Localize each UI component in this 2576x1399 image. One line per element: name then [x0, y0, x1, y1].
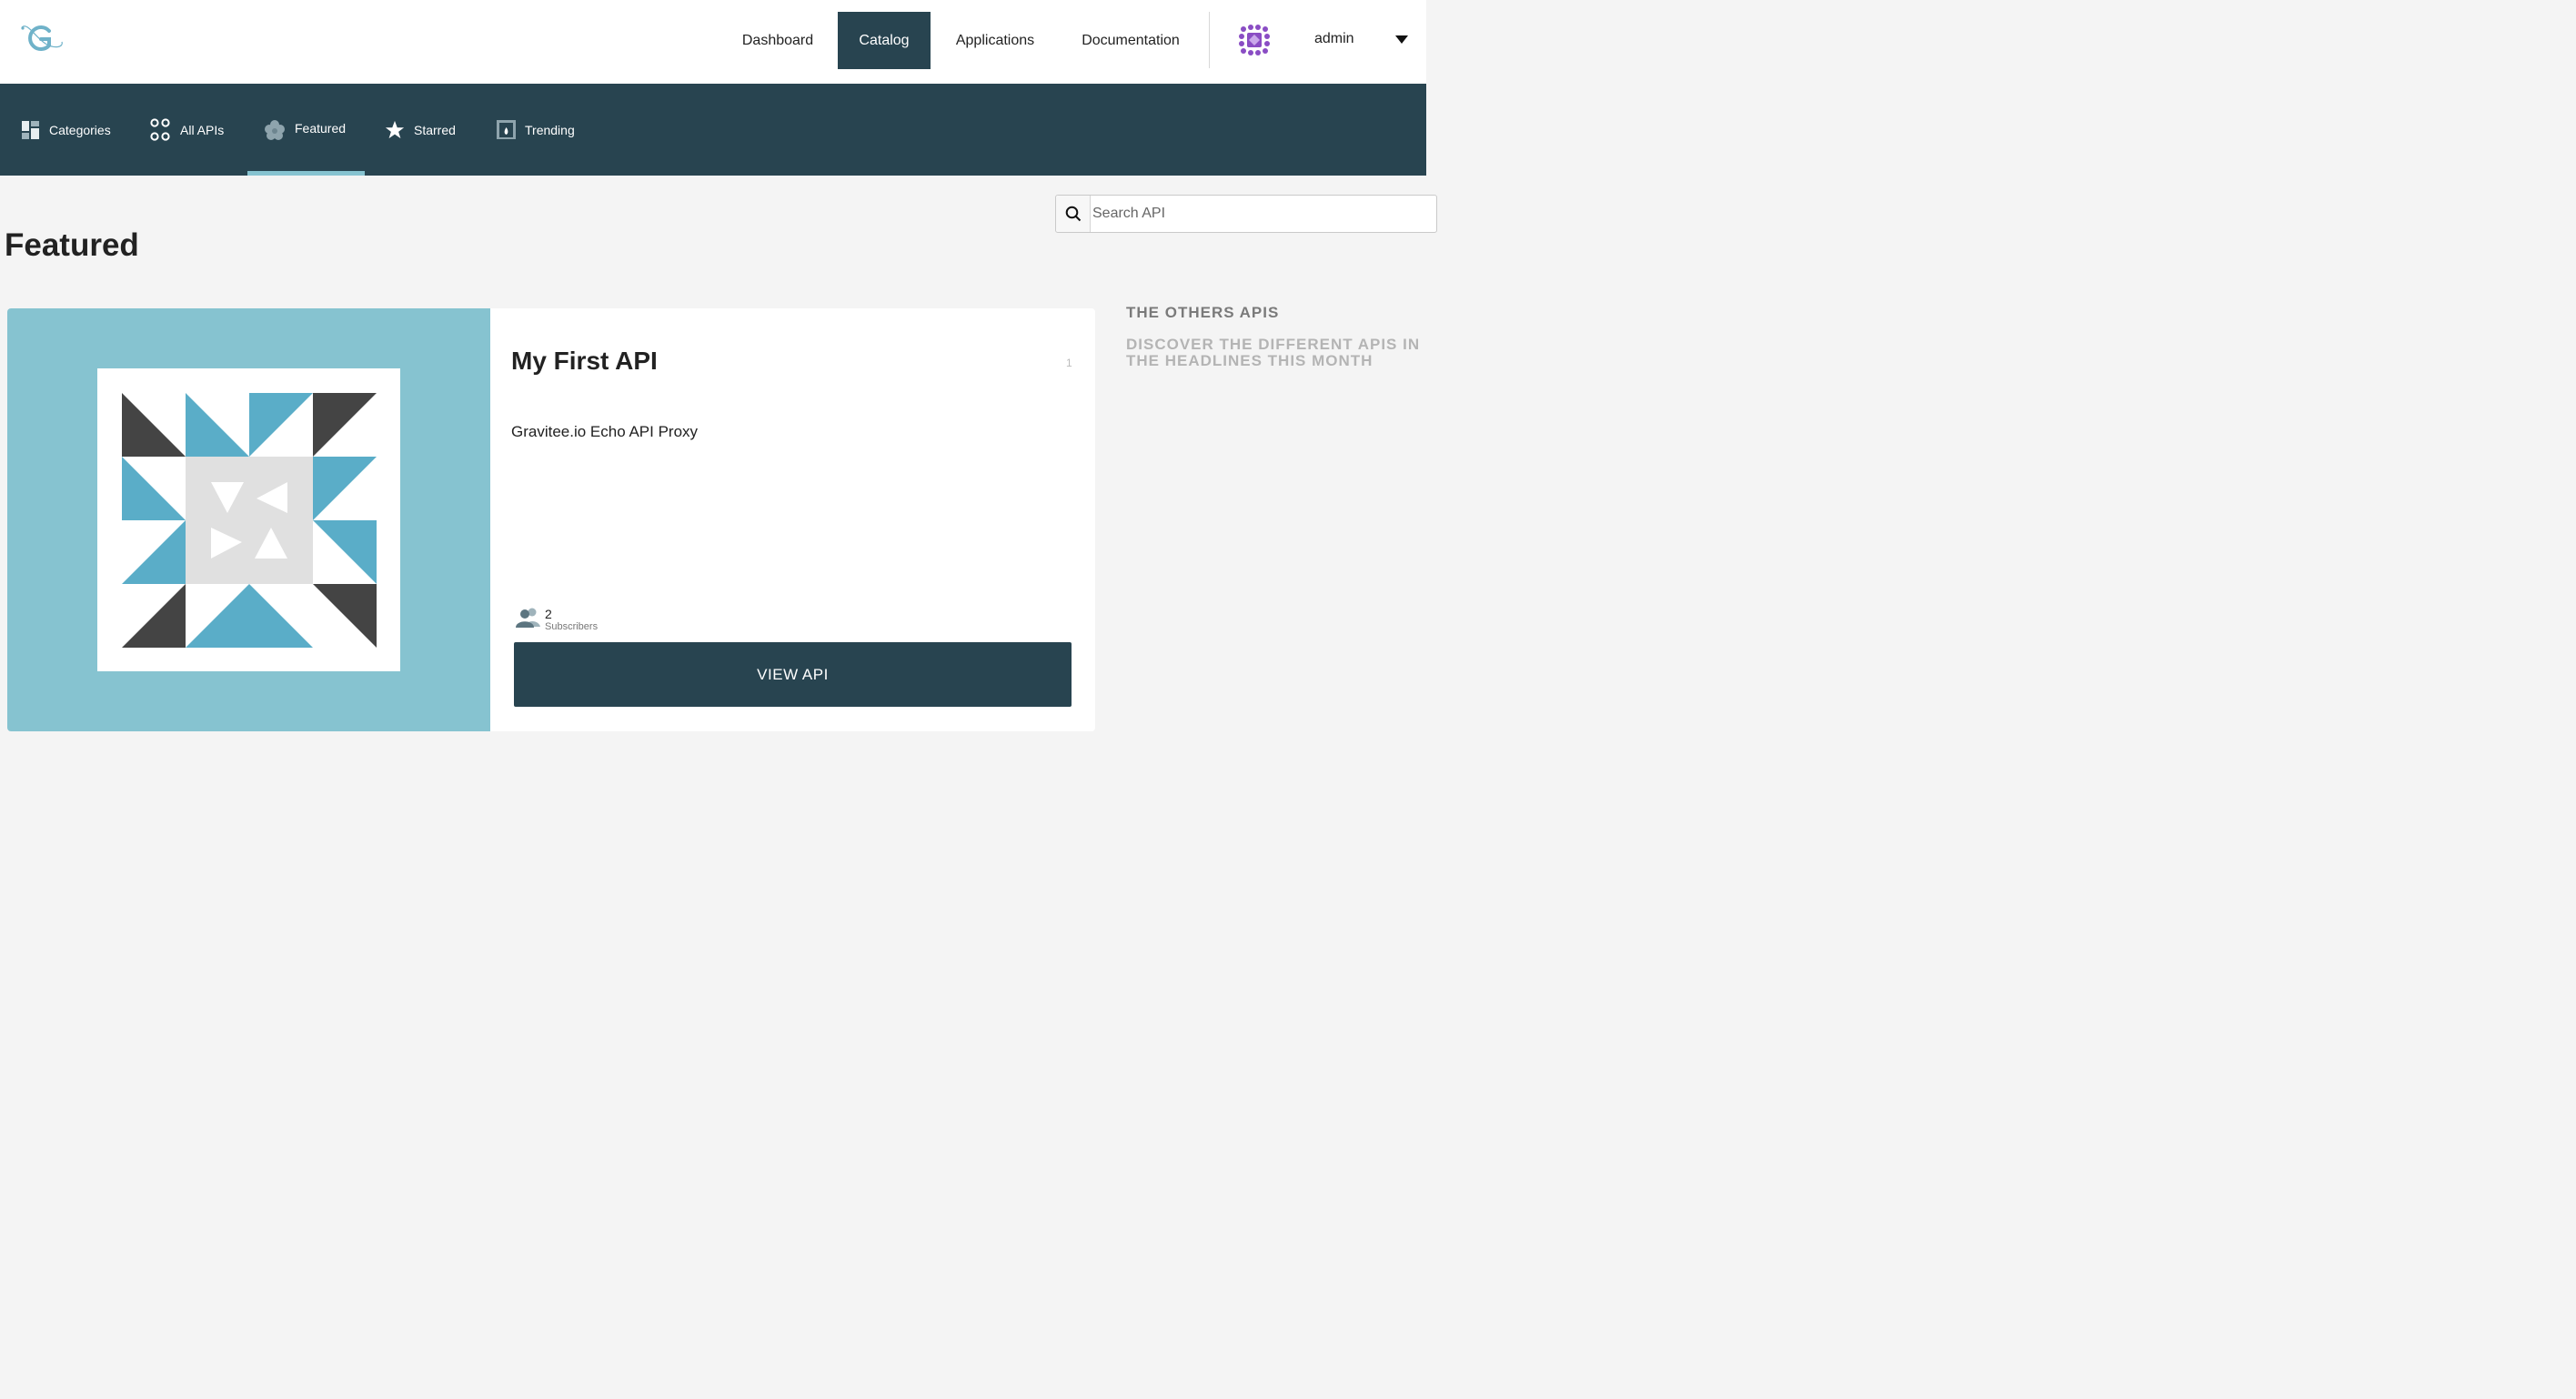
tab-trending[interactable]: Trending	[497, 84, 575, 176]
tab-starred-label: Starred	[414, 122, 456, 137]
others-apis-title: THE OTHERS APIS	[1126, 304, 1280, 321]
nav-applications[interactable]: Applications	[941, 12, 1049, 69]
api-media	[7, 308, 490, 731]
api-version: 1	[1066, 357, 1072, 369]
trending-icon	[497, 120, 516, 139]
tab-categories[interactable]: Categories	[22, 84, 111, 176]
subscribers-label: Subscribers	[545, 621, 599, 632]
featured-api-card: My First API 1 Gravitee.io Echo API Prox…	[7, 308, 1095, 731]
nav-documentation[interactable]: Documentation	[1066, 12, 1195, 69]
tab-featured[interactable]: Featured	[264, 84, 346, 176]
tab-all-apis[interactable]: All APIs	[150, 84, 224, 176]
star-icon	[385, 120, 405, 138]
search-input[interactable]	[1091, 196, 1418, 231]
nav-catalog[interactable]: Catalog	[838, 12, 931, 69]
tab-starred[interactable]: Starred	[385, 84, 456, 176]
tab-categories-label: Categories	[49, 122, 111, 137]
view-api-button[interactable]: VIEW API	[514, 642, 1072, 707]
others-apis-subtitle: DISCOVER THE DIFFERENT APIS IN THE HEADL…	[1126, 336, 1421, 369]
page-title: Featured	[5, 227, 139, 263]
active-tab-indicator	[247, 171, 365, 176]
search-icon	[1065, 206, 1081, 222]
catalog-subnav: Categories All APIs Featured Starred Tre…	[0, 84, 1437, 233]
username-label[interactable]: admin	[1314, 31, 1354, 47]
search-box	[1055, 195, 1437, 233]
nav-divider	[1209, 12, 1210, 68]
tab-all-apis-label: All APIs	[180, 122, 225, 137]
subscribers-icon	[515, 607, 542, 629]
chevron-down-icon[interactable]	[1395, 35, 1408, 44]
search-button[interactable]	[1056, 196, 1091, 232]
tab-featured-label: Featured	[295, 120, 347, 136]
user-avatar[interactable]	[1237, 23, 1272, 57]
top-header: Dashboard Catalog Applications Documenta…	[0, 0, 1426, 84]
subscribers-count: 2	[545, 607, 552, 621]
api-name[interactable]: My First API	[511, 347, 658, 376]
api-description: Gravitee.io Echo API Proxy	[511, 423, 699, 440]
gravitee-logo[interactable]	[18, 20, 65, 56]
featured-icon	[265, 119, 285, 140]
all-apis-icon	[150, 117, 170, 141]
tab-trending-label: Trending	[525, 122, 575, 137]
api-identicon	[97, 368, 400, 671]
categories-icon	[22, 120, 39, 139]
nav-dashboard[interactable]: Dashboard	[728, 12, 828, 69]
